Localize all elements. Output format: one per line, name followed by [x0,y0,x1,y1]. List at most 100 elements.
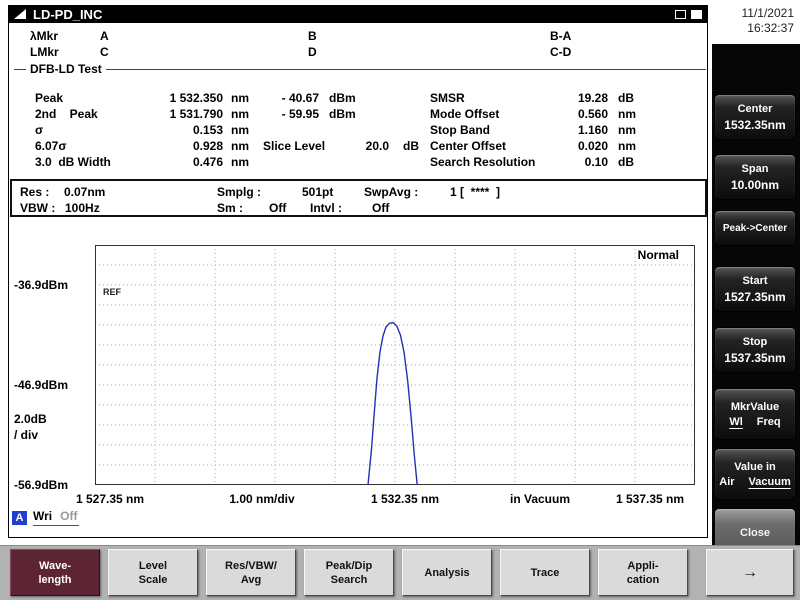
time-label: 16:32:37 [747,21,794,35]
datetime-display: 11/1/2021 16:32:37 [712,6,795,36]
measurement-value: 1.160 [577,123,608,137]
softkey-stop[interactable]: Stop 1537.35nm [714,327,796,373]
softkey-start[interactable]: Start 1527.35nm [714,266,796,312]
analysis-row: 6.07σ 0.928 nm Slice Level 20.0 dB [35,138,419,154]
measurement-label: 2nd Peak [35,107,98,121]
measurement-value: 0.153 [192,123,223,137]
analysis-row: SMSR 19.28 dB [430,90,636,106]
trace-mode-group: Wri Off [33,509,80,526]
x-axis-stop-label: 1 537.35 nm [615,492,685,506]
fnkey-more-arrow[interactable]: → [706,549,794,596]
measurement-unit: dB [618,91,634,105]
marker-cd-label: C-D [550,45,572,59]
measurement-level-unit: dBm [329,91,356,105]
softkey-mkrvalue[interactable]: MkrValue Wl Freq [714,388,796,440]
trace-mode-label: Normal [637,248,679,262]
fnkey-label-line1: Appli- [627,559,659,572]
trace-status[interactable]: A Wri Off [12,509,80,526]
chart-area: REF Normal [95,245,695,485]
analysis-row: Center Offset 0.020 nm [430,138,636,154]
softkey-option-air[interactable]: Air [719,476,734,488]
window-maximize-icon[interactable] [691,9,702,19]
marker-row-level: LMkr C D C-D [8,45,708,60]
measurement-label: σ [35,123,44,137]
measurement-label: 6.07σ [35,139,67,153]
fnkey-label-line1: Peak/Dip [325,559,373,572]
analysis-row: 3.0 dB Width 0.476 nm [35,154,419,170]
measurement-unit: nm [618,139,636,153]
measurement-value: 0.10 [584,155,608,169]
marker-ba-label: B-A [550,29,572,43]
measurement-label: SMSR [430,91,465,105]
res-label: Res : [20,185,50,199]
softkey-span[interactable]: Span 10.00nm [714,154,796,200]
marker-b-label: B [308,29,317,43]
trace-off-label: Off [60,509,78,523]
marker-row-wavelength: λMkr A B B-A [8,29,708,44]
softkey-label: Value in [734,460,776,473]
analysis-results-left: Peak 1 532.350 nm - 40.67 dBm 2nd Peak 1 531.7… [35,90,419,170]
fnkey-res-vbw-avg[interactable]: Res/VBW/Avg [206,549,296,596]
trace-a-polyline [367,321,418,485]
legend-line [105,68,706,70]
measurement-unit: nm [231,139,249,153]
softkey-value-in[interactable]: Value in Air Vacuum [714,448,796,500]
measurement-unit: nm [231,91,249,105]
softkey-label: Stop [742,335,768,348]
fnkey-appli-cation[interactable]: Appli-cation [598,549,688,596]
window-title: LD-PD_INC [33,6,103,22]
function-key-bar: Wave-length Level Scale Res/VBW/Avg Peak/Dip… [0,545,800,600]
more-arrow-icon: → [742,563,758,581]
softkey-option-freq[interactable]: Freq [757,416,781,428]
fnkey-trace[interactable]: Trace [500,549,590,596]
smooth-value: Off [269,201,287,215]
analysis-results-right: SMSR 19.28 dB Mode Offset 0.560 nm Stop Band 1.… [430,90,636,170]
sweep-avg-label: SwpAvg : [364,185,419,199]
x-axis-div-label: 1.00 nm/div [229,492,295,506]
fnkey-label-line1: Analysis [424,566,470,579]
softkey-label: Start [742,274,768,287]
slice-level-label: Slice Level [263,139,326,153]
softkey-label: Center [737,102,773,115]
fnkey-level-scale[interactable]: Level Scale [108,549,198,596]
fnkey-label-line1: Res/VBW/ [225,559,277,572]
softkey-value: 1537.35nm [724,350,786,365]
res-value: 0.07nm [64,185,106,199]
fnkey-label-line2: Search [330,573,368,586]
window-restore-icon[interactable] [675,9,686,19]
y-axis-mid-label: -46.9dBm [14,378,69,392]
fnkey-label-line2: length [38,573,72,586]
fnkey-peak-dip-search[interactable]: Peak/Dip Search [304,549,394,596]
softkey-option-vacuum[interactable]: Vacuum [749,476,791,488]
titlebar: LD-PD_INC [8,5,708,23]
softkey-options: Wl Freq [729,416,780,428]
fnkey-wave-length[interactable]: Wave-length [10,549,100,596]
fnkey-label-line2: Scale [138,573,168,586]
marker-c-label: C [100,45,109,59]
marker-a-label: A [100,29,109,43]
window-controls [675,9,702,19]
measurement-label: Stop Band [430,123,490,137]
measurement-value: 0.560 [577,107,608,121]
x-axis-center-label: 1 532.35 nm [370,492,440,506]
measurement-level-value: - 59.95 [281,107,319,121]
y-scale-label2: / div [14,428,39,442]
y-axis-ref-label: -36.9dBm [14,278,69,292]
measurement-label: 3.0 dB Width [35,155,111,169]
fnkey-label-line2: Avg [240,573,262,586]
interval-value: Off [372,201,390,215]
fnkey-label-line1: Trace [530,566,560,579]
measurement-level-unit: dBm [329,107,356,121]
fnkey-analysis[interactable]: Analysis [402,549,492,596]
x-axis-start-label: 1 527.35 nm [75,492,145,506]
softkey-option-wl[interactable]: Wl [729,416,742,428]
softkey-label: Span [741,162,769,175]
softkey-panel: Center 1532.35nm Span 10.00nm Peak->Center St… [712,44,800,558]
softkey-center[interactable]: Center 1532.35nm [714,94,796,140]
vbw-value: 100Hz [65,201,100,215]
measurement-value: 19.28 [577,91,608,105]
softkey-peak-center[interactable]: Peak->Center [714,210,796,246]
softkey-value: 1532.35nm [724,117,786,132]
analysis-row: Stop Band 1.160 nm [430,122,636,138]
measurement-value: 0.020 [577,139,608,153]
